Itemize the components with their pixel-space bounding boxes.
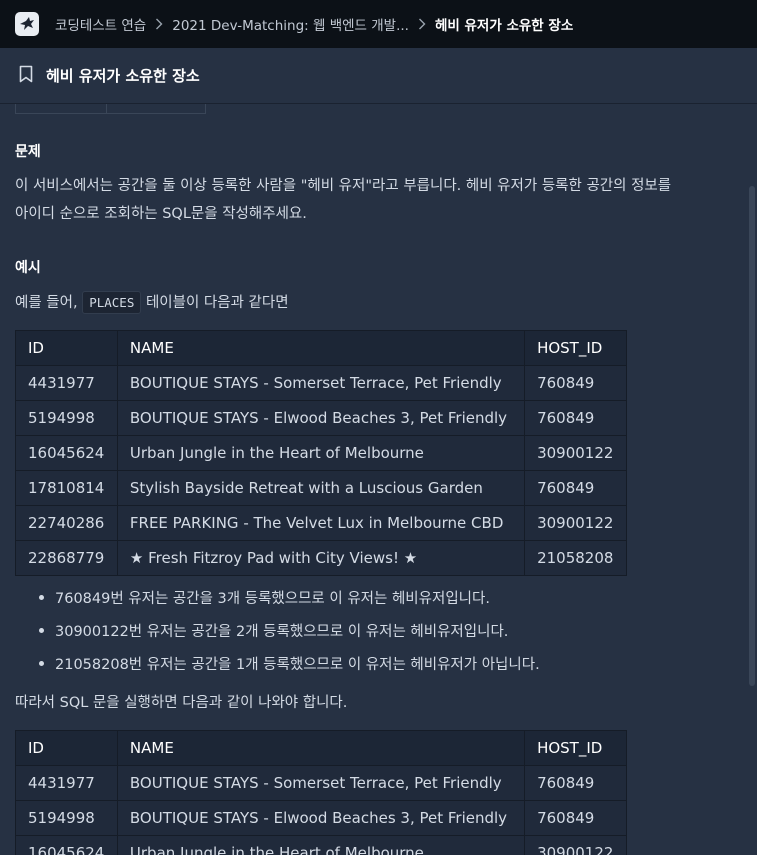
table-cell: 16045624	[15, 435, 118, 471]
list-item-text: 30900122번 유저는 공간을 2개 등록했으므로 이 유저는 헤비유저입니…	[55, 624, 509, 640]
list-item-text: 760849번 유저는 공간을 3개 등록했으므로 이 유저는 헤비유저입니다.	[55, 591, 490, 607]
problem-text-line-2: 아이디 순으로 조회하는 SQL문을 작성해주세요.	[15, 206, 307, 222]
table-row: 4431977 BOUTIQUE STAYS - Somerset Terrace…	[15, 765, 627, 801]
column-header: ID	[15, 730, 118, 766]
example-intro-post: 테이블이 다음과 같다면	[145, 295, 289, 311]
table-cell: 4431977	[15, 365, 118, 401]
list-item: 30900122번 유저는 공간을 2개 등록했으므로 이 유저는 헤비유저입니…	[15, 614, 540, 647]
table-cell: 22740286	[15, 505, 118, 541]
table-cell: 21058208	[524, 540, 627, 576]
table-cell: 5194998	[15, 400, 118, 436]
result-text: 따라서 SQL 문을 실행하면 다음과 같이 나와야 합니다.	[15, 695, 348, 711]
table-row: 4431977 BOUTIQUE STAYS - Somerset Terrace…	[15, 365, 627, 401]
table-header-row: ID NAME HOST_ID	[15, 730, 627, 766]
result-table: ID NAME HOST_ID 4431977 BOUTIQUE STAYS - So…	[15, 730, 627, 855]
table-cell: 30900122	[524, 835, 627, 855]
table-cell: 17810814	[15, 470, 118, 506]
bookmark-icon[interactable]	[18, 65, 34, 87]
table-row: 22868779 ★ Fresh Fitzroy Pad with City Vi…	[15, 540, 627, 576]
partial-table-row	[15, 104, 206, 114]
explanation-list: 760849번 유저는 공간을 3개 등록했으므로 이 유저는 헤비유저입니다.…	[15, 581, 540, 680]
example-heading: 예시	[15, 260, 41, 276]
table-cell: Stylish Bayside Retreat with a Luscious …	[116, 470, 526, 506]
table-row: 22740286 FREE PARKING - The Velvet Lux in…	[15, 505, 627, 541]
column-header: NAME	[116, 330, 526, 366]
table-cell: 30900122	[524, 435, 627, 471]
problem-text: 이 서비스에서는 공간을 둘 이상 등록한 사람을 "헤비 유저"라고 부릅니다…	[15, 172, 745, 228]
chevron-right-icon	[155, 18, 163, 30]
table-row: 5194998 BOUTIQUE STAYS - Elwood Beaches 3…	[15, 800, 627, 836]
table-cell: 4431977	[15, 765, 118, 801]
problem-description[interactable]: 문제 이 서비스에서는 공간을 둘 이상 등록한 사람을 "헤비 유저"라고 부…	[0, 104, 757, 855]
table-cell: 760849	[524, 400, 627, 436]
table-cell: Urban Jungle in the Heart of Melbourne	[116, 835, 526, 855]
breadcrumb-item-current: 헤비 유저가 소유한 장소	[434, 18, 574, 34]
table-cell: 16045624	[15, 835, 118, 855]
problem-title-bar: 헤비 유저가 소유한 장소	[0, 48, 757, 104]
top-navigation-bar: 코딩테스트 연습 2021 Dev-Matching: 웹 백엔드 개발... …	[0, 0, 757, 48]
table-cell: 760849	[524, 470, 627, 506]
programmers-logo-icon[interactable]	[15, 12, 39, 36]
table-cell: 760849	[524, 765, 627, 801]
table-header-row: ID NAME HOST_ID	[15, 330, 627, 366]
scrollbar-thumb[interactable]	[749, 186, 755, 686]
table-cell: Urban Jungle in the Heart of Melbourne	[116, 435, 526, 471]
breadcrumb-item-dev-matching[interactable]: 2021 Dev-Matching: 웹 백엔드 개발...	[172, 14, 409, 34]
table-row: 16045624 Urban Jungle in the Heart of Mel…	[15, 835, 627, 855]
table-row: 17810814 Stylish Bayside Retreat with a L…	[15, 470, 627, 506]
table-cell: 22868779	[15, 540, 118, 576]
problem-title: 헤비 유저가 소유한 장소	[46, 67, 200, 85]
list-item: 21058208번 유저는 공간을 1개 등록했으므로 이 유저는 헤비유저가 …	[15, 647, 540, 680]
table-cell: BOUTIQUE STAYS - Elwood Beaches 3, Pet F…	[116, 400, 526, 436]
problem-heading: 문제	[15, 144, 41, 160]
column-header: NAME	[116, 730, 526, 766]
table-cell: BOUTIQUE STAYS - Somerset Terrace, Pet F…	[116, 365, 526, 401]
table-cell: BOUTIQUE STAYS - Somerset Terrace, Pet F…	[116, 765, 526, 801]
table-cell: ★ Fresh Fitzroy Pad with City Views! ★	[116, 540, 526, 576]
list-item: 760849번 유저는 공간을 3개 등록했으므로 이 유저는 헤비유저입니다.	[15, 581, 540, 614]
example-intro-pre: 예를 들어,	[15, 295, 78, 311]
breadcrumb: 코딩테스트 연습 2021 Dev-Matching: 웹 백엔드 개발... …	[55, 14, 573, 34]
table-row: 16045624 Urban Jungle in the Heart of Mel…	[15, 435, 627, 471]
places-table: ID NAME HOST_ID 4431977 BOUTIQUE STAYS - So…	[15, 330, 627, 576]
column-header: HOST_ID	[524, 730, 627, 766]
problem-text-line-1: 이 서비스에서는 공간을 둘 이상 등록한 사람을 "헤비 유저"라고 부릅니다…	[15, 178, 672, 194]
table-cell: 760849	[524, 800, 627, 836]
breadcrumb-item-coding-test[interactable]: 코딩테스트 연습	[55, 14, 146, 34]
table-cell: 5194998	[15, 800, 118, 836]
table-cell: BOUTIQUE STAYS - Elwood Beaches 3, Pet F…	[116, 800, 526, 836]
list-item-text: 21058208번 유저는 공간을 1개 등록했으므로 이 유저는 헤비유저가 …	[55, 657, 540, 673]
table-cell: FREE PARKING - The Velvet Lux in Melbour…	[116, 505, 526, 541]
example-intro: 예를 들어, PLACES 테이블이 다음과 같다면	[15, 289, 289, 317]
chevron-right-icon	[418, 18, 426, 30]
column-header: HOST_ID	[524, 330, 627, 366]
column-header: ID	[15, 330, 118, 366]
table-row: 5194998 BOUTIQUE STAYS - Elwood Beaches 3…	[15, 400, 627, 436]
table-cell: 30900122	[524, 505, 627, 541]
table-cell: 760849	[524, 365, 627, 401]
table-name-code: PLACES	[82, 291, 142, 314]
